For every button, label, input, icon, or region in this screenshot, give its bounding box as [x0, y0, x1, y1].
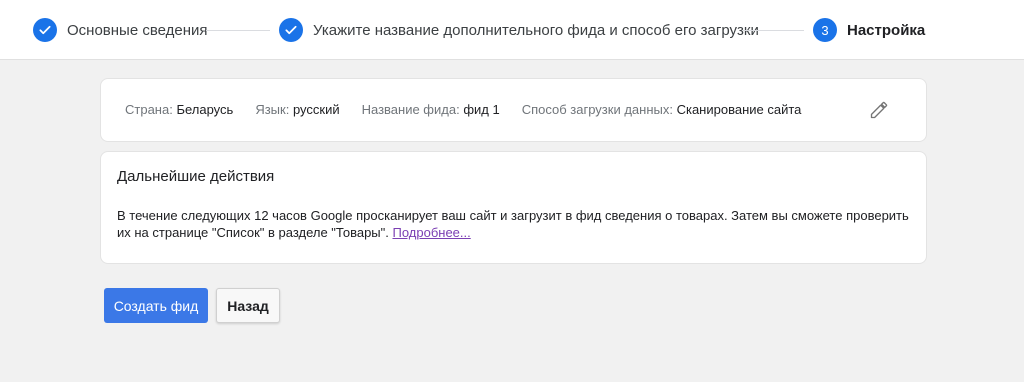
step-basic-info: Основные сведения [33, 17, 208, 43]
upload-method-key: Способ загрузки данных: [521, 102, 673, 117]
language-value: русский [292, 102, 340, 117]
summary-language: Язык: русский [255, 102, 339, 117]
step-number: 3 [813, 18, 837, 42]
summary-row: Страна: Беларусь Язык: русский Название … [125, 102, 823, 117]
step-feed-name: Укажите название дополнительного фида и … [279, 17, 759, 43]
learn-more-link[interactable]: Подробнее... [392, 225, 470, 240]
feed-name-key: Название фида: [361, 102, 460, 117]
language-key: Язык: [255, 102, 290, 117]
country-value: Беларусь [176, 102, 234, 117]
summary-feed-name: Название фида: фид 1 [362, 102, 500, 117]
step-label: Настройка [847, 21, 926, 39]
step-label: Основные сведения [67, 21, 208, 39]
summary-country: Страна: Беларусь [125, 102, 233, 117]
step-connector [742, 30, 804, 31]
step-settings: 3 Настройка [813, 17, 925, 43]
create-feed-button[interactable]: Создать фид [104, 288, 208, 323]
next-steps-title: Дальнейшие действия [117, 168, 275, 185]
check-icon [279, 18, 303, 42]
next-steps-text: В течение следующих 12 часов Google прос… [117, 207, 917, 241]
summary-card: Страна: Беларусь Язык: русский Название … [100, 78, 927, 142]
next-steps-card: Дальнейшие действия В течение следующих … [100, 151, 927, 264]
back-button[interactable]: Назад [216, 288, 280, 323]
step-label: Укажите название дополнительного фида и … [313, 21, 759, 39]
pencil-icon[interactable] [869, 100, 889, 120]
check-icon [33, 18, 57, 42]
summary-upload-method: Способ загрузки данных: Сканирование сай… [522, 102, 802, 117]
stepper: Основные сведения Укажите название допол… [0, 0, 1024, 60]
next-steps-body: В течение следующих 12 часов Google прос… [117, 208, 909, 240]
step-connector [206, 30, 270, 31]
country-key: Страна: [125, 102, 173, 117]
upload-method-value: Сканирование сайта [676, 102, 802, 117]
feed-name-value: фид 1 [463, 102, 500, 117]
